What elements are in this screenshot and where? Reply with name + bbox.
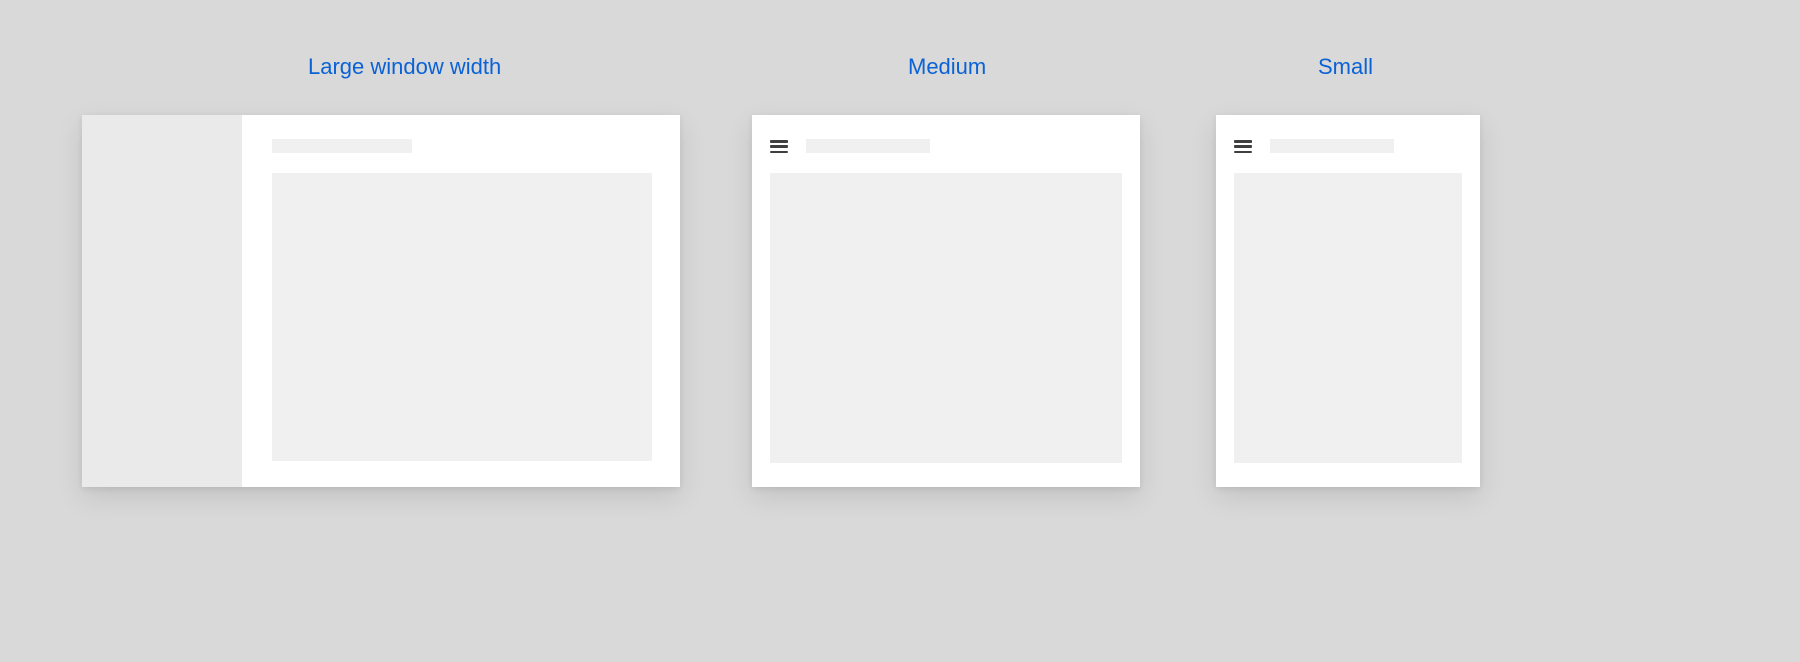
sidebar [82, 115, 242, 487]
label-small: Small [1318, 54, 1373, 80]
label-medium: Medium [908, 54, 986, 80]
title-placeholder [806, 139, 930, 153]
title-placeholder [272, 139, 412, 153]
title-placeholder [1270, 139, 1394, 153]
hamburger-icon[interactable] [770, 140, 788, 153]
label-large: Large window width [308, 54, 501, 80]
content-placeholder [272, 173, 652, 461]
content-placeholder [770, 173, 1122, 463]
window-large [82, 115, 680, 487]
hamburger-icon[interactable] [1234, 140, 1252, 153]
window-small [1216, 115, 1480, 487]
window-medium [752, 115, 1140, 487]
content-placeholder [1234, 173, 1462, 463]
